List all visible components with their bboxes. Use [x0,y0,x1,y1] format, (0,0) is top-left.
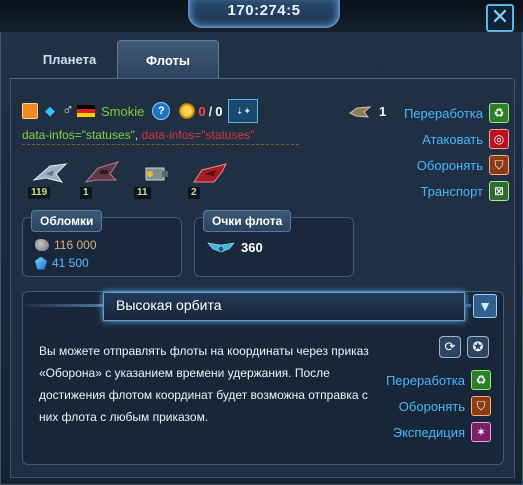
status-comma: , [134,128,142,142]
shield-icon[interactable]: ⛉ [471,396,491,416]
orbit-action-expedition[interactable]: Экспедиция ✶ [393,421,491,443]
chevron-down-icon[interactable]: ▼ [473,294,497,318]
battle-total: 0 [215,103,223,119]
orbit-action-recycle[interactable]: Переработка ♻ [386,369,491,391]
action-recycle[interactable]: Переработка ♻ [404,102,509,124]
expedition-icon[interactable]: ✶ [471,422,491,442]
debris-metal: 116 000 [35,238,97,252]
close-button[interactable]: ✕ [486,4,514,32]
fleet-points-box: Очки флота 360 [194,210,354,277]
metal-icon [35,239,49,251]
metal-value: 116 000 [54,238,97,252]
ship-item[interactable]: 119 [28,160,68,199]
flag-germany-icon [77,105,95,117]
ship-item[interactable]: 1 [80,160,120,199]
tab-planet[interactable]: Планета [22,40,117,78]
count-separator: / [208,103,213,119]
orbit-action-defend[interactable]: Оборонять ⛉ [399,395,491,417]
debris-crystal: 41 500 [35,256,89,270]
ship-count: 119 [28,187,51,199]
ship-count: 11 [134,187,151,199]
alliance-icon[interactable] [22,103,38,119]
orbit-title: Высокая орбита [116,297,222,313]
recycle-icon[interactable]: ♻ [489,103,509,123]
transport-icon[interactable]: ⊠ [489,181,509,201]
ship-cruiser-icon [32,163,68,183]
wings-icon [207,242,235,252]
tech-icon[interactable]: ⇣✦ [228,99,259,123]
action-label[interactable]: Атаковать [422,132,483,147]
fleet-points-value: 360 [241,240,263,255]
ship-destroyer-icon [193,163,227,183]
action-transport[interactable]: Транспорт ⊠ [420,180,509,202]
action-label[interactable]: Переработка [404,106,483,121]
action-defend[interactable]: Оборонять ⛉ [417,154,509,176]
alliance-emblem-icon[interactable]: ✪ [467,336,489,358]
probe-ship-icon [349,105,371,118]
shield-icon[interactable]: ⛉ [489,155,509,175]
help-icon[interactable]: ? [152,102,171,120]
orbit-description: Вы можете отправлять флоты на координаты… [39,344,369,424]
ship-item[interactable]: 11 [134,160,174,199]
player-row: ◆ ♂ Smokie ? 0 / 0 ⇣✦ [22,99,259,123]
orbit-header: Высокая орбита [103,292,465,321]
ship-count: 1 [80,187,92,199]
attack-icon[interactable]: ◎ [489,129,509,149]
ship-item[interactable]: 2 [188,160,228,199]
action-label[interactable]: Оборонять [417,158,483,173]
orbit-section: Высокая орбита ▼ Вы можете отправлять фл… [22,291,504,465]
status-text-red: data-infos="statuses" [141,128,255,142]
fleet-points-title: Очки флота [203,210,292,232]
diamond-icon: ◆ [45,103,55,118]
action-label[interactable]: Экспедиция [393,425,465,440]
orbit-tools: ⟳ ✪ [439,336,489,358]
ship-count: 2 [188,187,200,199]
refresh-icon[interactable]: ⟳ [439,336,461,358]
tab-fleets[interactable]: Флоты [117,40,219,79]
status-underline [22,144,299,145]
debris-title: Обломки [31,210,103,232]
fleet-points-row: 360 [207,240,263,255]
medal-icon [179,103,196,119]
debris-box: Обломки 116 000 41 500 [22,210,182,277]
status-text-green: data-infos="statuses" [22,128,135,142]
action-label[interactable]: Оборонять [399,399,465,414]
crystal-icon [35,256,47,270]
status-raw-text: data-infos="statuses", data-infos="statu… [22,128,255,142]
male-icon: ♂ [62,102,74,119]
player-name[interactable]: Smokie [101,104,144,119]
coordinates-title: 170:274:5 [188,0,340,28]
action-label[interactable]: Переработка [386,373,465,388]
crystal-value: 41 500 [52,256,89,270]
battle-count: 0 [198,103,206,119]
ship-battleship-icon [84,161,120,183]
orbit-bar-left-line [25,304,103,307]
ship-recycler-icon [145,167,168,181]
action-attack[interactable]: Атаковать ◎ [422,128,509,150]
action-label[interactable]: Транспорт [420,184,483,199]
probe-count: 1 [379,104,387,119]
probe-indicator: 1 [349,104,386,119]
recycle-icon[interactable]: ♻ [471,370,491,390]
